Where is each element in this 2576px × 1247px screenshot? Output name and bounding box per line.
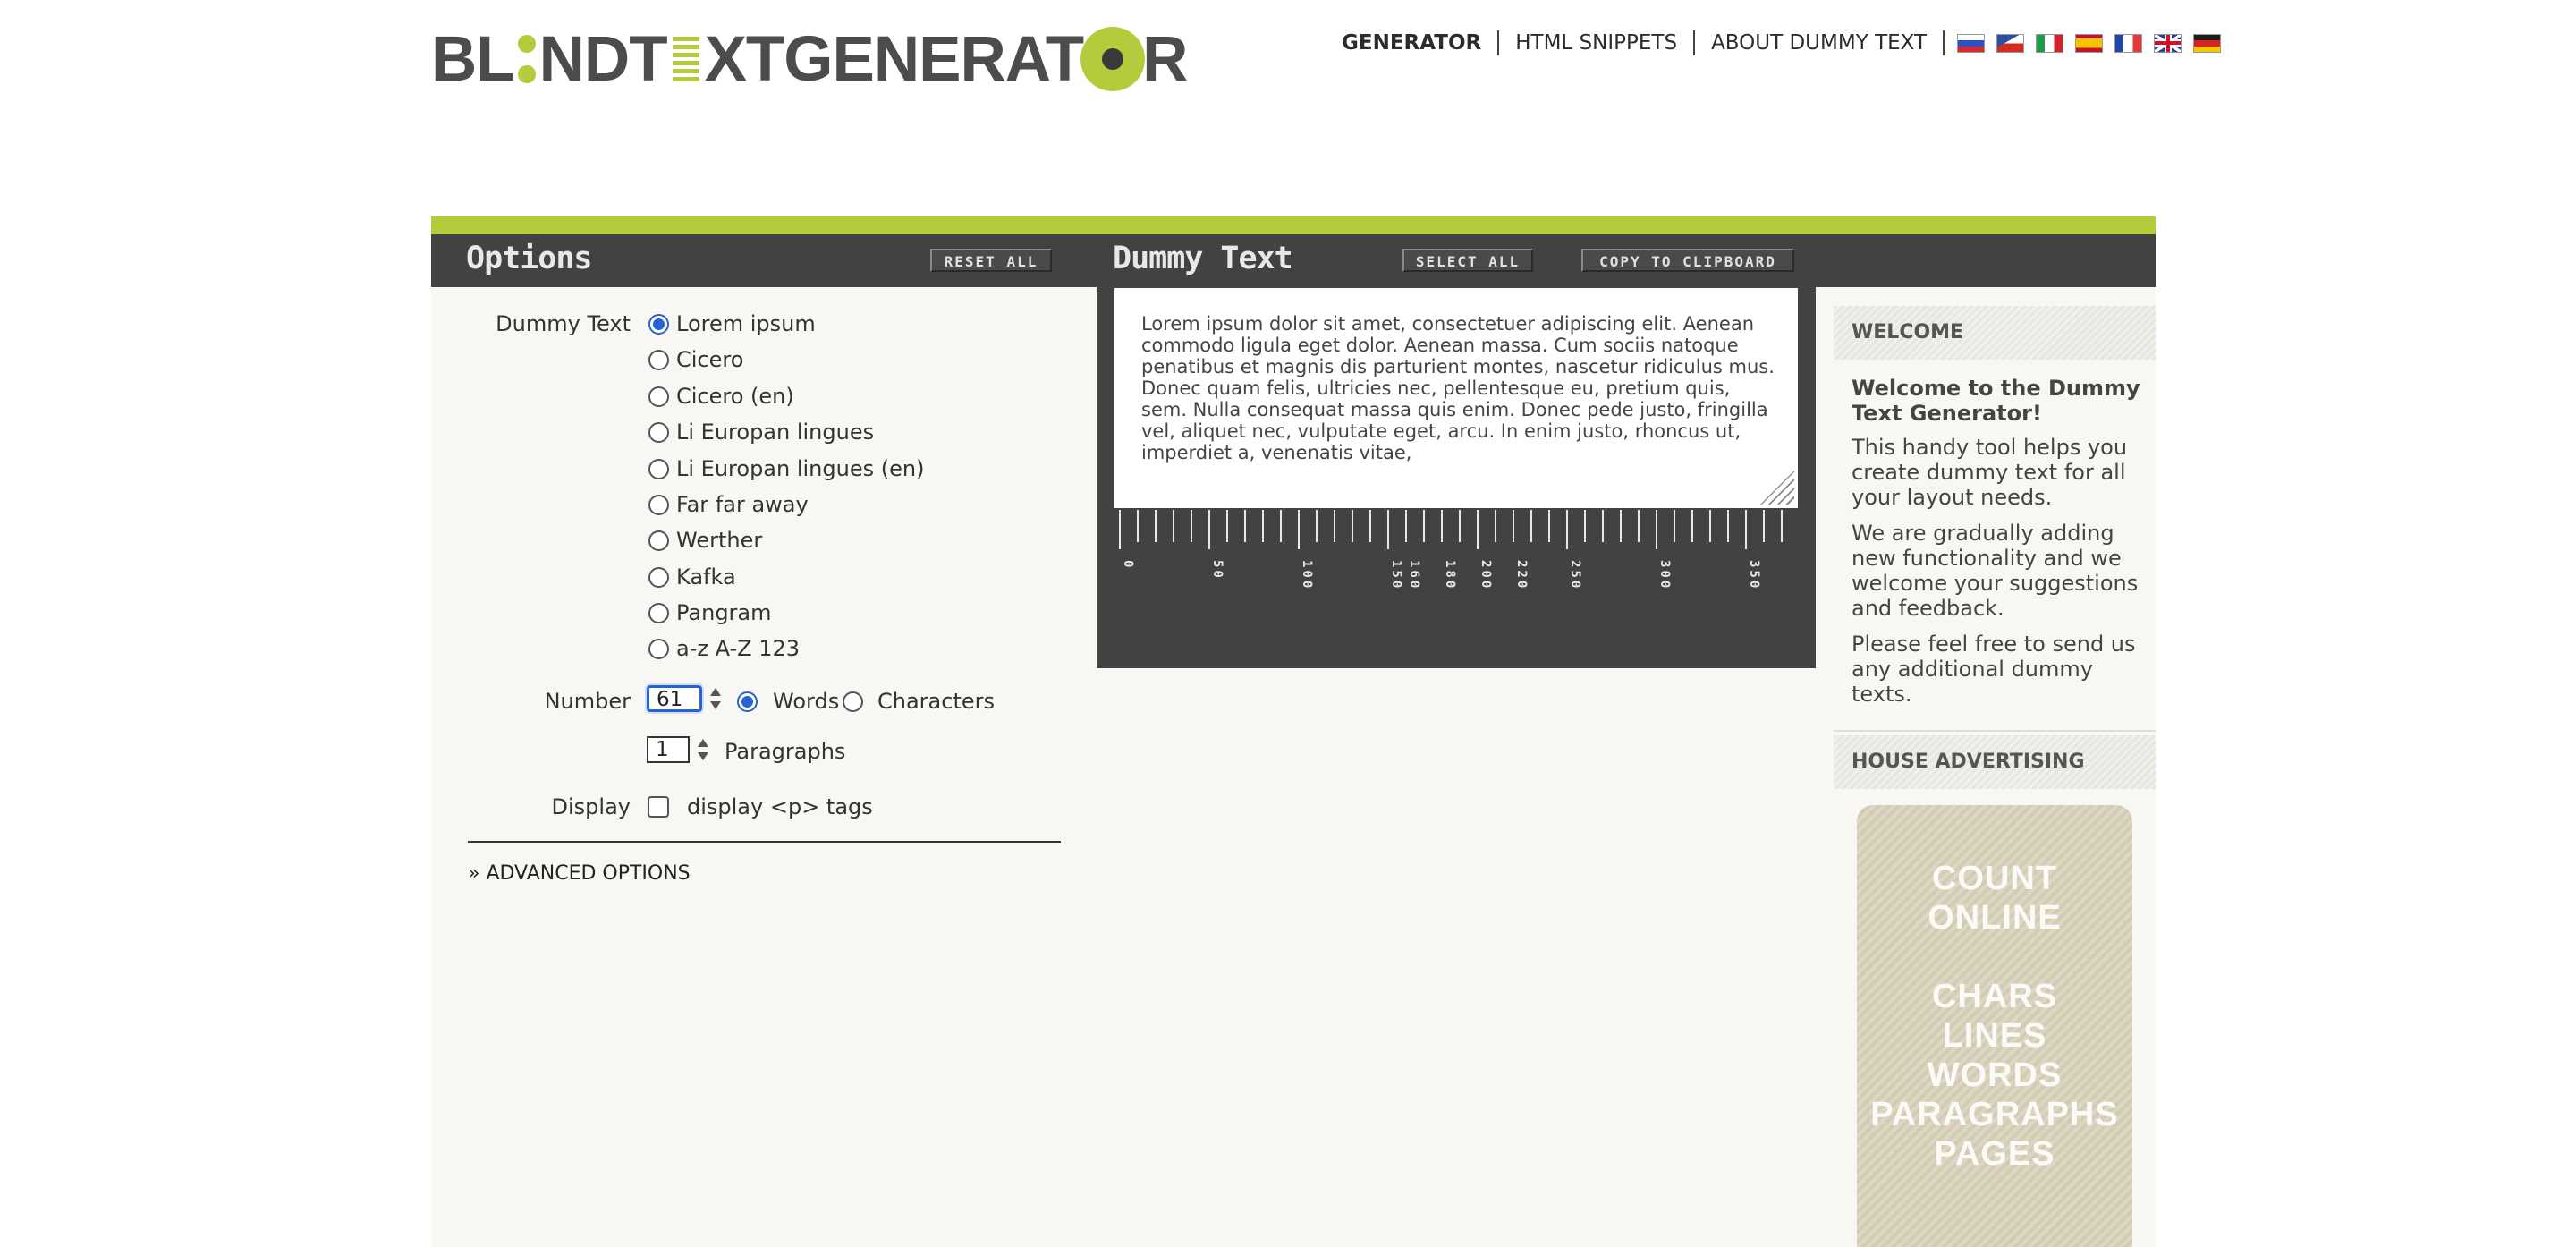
radio-lorem-ipsum[interactable] <box>648 314 669 335</box>
flag-french-icon[interactable] <box>2114 33 2143 53</box>
words-label: Words <box>773 689 840 714</box>
logo-text-4: R <box>1142 23 1188 95</box>
ruler-label: 100 <box>1300 560 1314 590</box>
option-label: Kafka <box>676 564 736 590</box>
display-p-tags-checkbox[interactable] <box>648 796 669 818</box>
ruler-label: 160 <box>1407 560 1421 590</box>
radio-li-europan-lingues[interactable] <box>648 422 669 443</box>
top-navigation: GENERATOR HTML SNIPPETS ABOUT DUMMY TEXT <box>1342 25 2222 61</box>
radio-characters[interactable] <box>843 691 863 712</box>
logo-gear-icon <box>1085 31 1141 87</box>
dummy-text-output[interactable]: Lorem ipsum dolor sit amet, consectetuer… <box>1114 288 1798 508</box>
flag-english-icon[interactable] <box>2154 33 2182 53</box>
welcome-title: Welcome to the Dummy Text Generator! <box>1852 376 2140 426</box>
radio-far-far-away[interactable] <box>648 495 669 515</box>
number-stepper-icon[interactable] <box>709 685 722 712</box>
radio-li-europan-lingues-en[interactable] <box>648 459 669 479</box>
nav-html-snippets[interactable]: HTML SNIPPETS <box>1499 30 1696 55</box>
display-label: Display <box>551 794 631 819</box>
ruler-label: 200 <box>1479 560 1493 590</box>
flag-italian-icon[interactable] <box>2036 33 2064 53</box>
ruler-label: 300 <box>1657 560 1672 590</box>
paragraphs-stepper-icon[interactable] <box>697 736 709 763</box>
options-title: Options <box>466 241 593 276</box>
radio-kafka[interactable] <box>648 567 669 588</box>
ruler-label: 220 <box>1514 560 1529 590</box>
logo-text-1: BL <box>431 23 515 95</box>
display-p-tags-label: display <p> tags <box>687 794 873 819</box>
site-logo[interactable]: BL NDT XTGENERAT R <box>431 23 1188 95</box>
options-divider <box>468 841 1061 843</box>
ad-line: CHARS <box>1931 978 2058 1015</box>
resize-handle-icon[interactable] <box>1760 471 1794 505</box>
ruler-label: 350 <box>1747 560 1761 590</box>
option-label: Pangram <box>676 600 772 625</box>
select-all-button[interactable]: SELECT ALL <box>1402 249 1533 272</box>
radio-cicero-en[interactable] <box>648 386 669 407</box>
flag-spanish-icon[interactable] <box>2075 33 2104 53</box>
paragraphs-input[interactable]: 1 <box>647 736 690 763</box>
radio-pangram[interactable] <box>648 603 669 624</box>
ruler-label: 180 <box>1443 560 1457 590</box>
advanced-options-link[interactable]: » ADVANCED OPTIONS <box>468 862 691 885</box>
flag-czech-icon[interactable] <box>1996 33 2025 53</box>
copy-to-clipboard-button[interactable]: COPY TO CLIPBOARD <box>1581 249 1794 272</box>
welcome-paragraph: We are gradually adding new functionalit… <box>1852 521 2139 621</box>
logo-bars-icon <box>672 37 699 81</box>
option-label: Cicero <box>676 347 744 372</box>
ruler-label: 250 <box>1568 560 1582 590</box>
welcome-paragraph: This handy tool helps you create dummy t… <box>1852 435 2128 510</box>
panel-header-bar <box>431 234 2156 287</box>
language-flags <box>1957 33 2222 53</box>
characters-label: Characters <box>877 689 995 714</box>
number-input[interactable]: 61 <box>647 685 702 712</box>
radio-cicero[interactable] <box>648 350 669 370</box>
logo-text-3: XTGENERAT <box>704 23 1085 95</box>
dummy-text-title: Dummy Text <box>1113 241 1293 276</box>
welcome-paragraph: Please feel free to send us any addition… <box>1852 632 2136 707</box>
radio-words[interactable] <box>737 691 758 712</box>
ad-line: PARAGRAPHS <box>1870 1096 2119 1133</box>
ad-line: COUNT <box>1931 860 2058 897</box>
nav-generator[interactable]: GENERATOR <box>1342 30 1500 55</box>
welcome-heading: WELCOME <box>1834 306 2156 360</box>
nav-about-dummy-text[interactable]: ABOUT DUMMY TEXT <box>1695 30 1945 55</box>
paragraphs-label: Paragraphs <box>724 739 846 764</box>
accent-strip <box>431 216 2156 234</box>
option-label: a-z A-Z 123 <box>676 636 801 661</box>
flag-russian-icon[interactable] <box>1957 33 1986 53</box>
ad-line: LINES <box>1942 1017 2047 1055</box>
ruler-label: 50 <box>1210 560 1224 581</box>
welcome-content: Welcome to the Dummy Text Generator! Thi… <box>1852 376 2147 717</box>
ruler-label: 0 <box>1121 560 1135 570</box>
number-label: Number <box>544 689 631 714</box>
reset-all-button[interactable]: RESET ALL <box>930 249 1052 272</box>
house-advertising-heading: HOUSE ADVERTISING <box>1834 735 2156 789</box>
ad-line: ONLINE <box>1928 899 2062 937</box>
radio-az-123[interactable] <box>648 639 669 659</box>
flag-german-icon[interactable] <box>2193 33 2222 53</box>
logo-dots-icon <box>517 35 536 83</box>
ruler-label: 150 <box>1389 560 1403 590</box>
dummy-text-label: Dummy Text <box>496 311 631 336</box>
logo-text-2: NDT <box>538 23 668 95</box>
option-label: Lorem ipsum <box>676 311 816 336</box>
option-label: Li Europan lingues <box>676 420 875 445</box>
ad-line <box>1857 937 2132 977</box>
ad-line: PAGES <box>1934 1135 2055 1173</box>
ad-text: COUNT ONLINE CHARS LINES WORDS PARAGRAPH… <box>1857 859 2132 1174</box>
sidebar-divider <box>1834 730 2156 732</box>
count-online-ad[interactable]: COUNT ONLINE CHARS LINES WORDS PARAGRAPH… <box>1857 805 2132 1247</box>
ad-line: WORDS <box>1927 1056 2063 1094</box>
option-label: Far far away <box>676 492 809 517</box>
character-ruler: 0 50 100 150 160 180 200 220 250 300 350 <box>1119 510 1783 590</box>
radio-werther[interactable] <box>648 530 669 551</box>
option-label: Cicero (en) <box>676 384 794 409</box>
option-label: Werther <box>676 528 763 553</box>
generated-text[interactable]: Lorem ipsum dolor sit amet, consectetuer… <box>1141 313 1776 463</box>
option-label: Li Europan lingues (en) <box>676 456 925 481</box>
